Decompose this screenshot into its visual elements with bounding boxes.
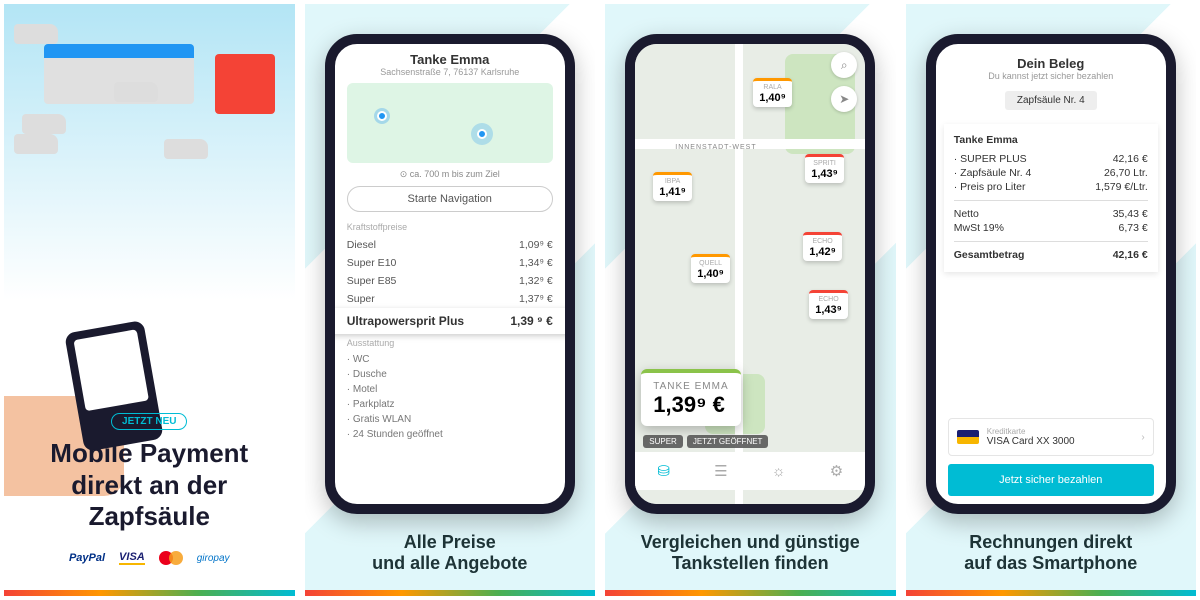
- amenity-item: · Motel: [347, 382, 553, 397]
- phone-mockup-map: INNENSTADT-WEST RALA1,40⁹ IBPA1,41⁹ SPRITI…: [625, 34, 875, 514]
- price-row: Super E851,32⁹ €: [347, 272, 553, 290]
- new-badge: JETZT NEU: [111, 413, 187, 430]
- promo-panel-payment: JETZT NEU Mobile Payment direkt an der Z…: [4, 4, 295, 596]
- visa-logo: VISA: [119, 551, 145, 565]
- pay-now-button[interactable]: Jetzt sicher bezahlen: [948, 464, 1154, 496]
- mastercard-logo: [159, 550, 183, 566]
- payment-card-selector[interactable]: Kreditkarte VISA Card XX 3000 ›: [948, 418, 1154, 456]
- payment-logos: PayPal VISA giropay: [4, 550, 295, 566]
- amenity-item: · Parkplatz: [347, 397, 553, 412]
- phone-mockup-prices: Tanke Emma Sachsenstraße 7, 76137 Karlsr…: [325, 34, 575, 514]
- giropay-logo: giropay: [197, 553, 230, 564]
- chevron-right-icon: ›: [1141, 432, 1144, 443]
- map-district-label: INNENSTADT-WEST: [675, 144, 756, 151]
- price-row: Super E101,34⁹ €: [347, 254, 553, 272]
- receipt-subtitle: Du kannst jetzt sicher bezahlen: [948, 71, 1154, 81]
- paypal-logo: PayPal: [69, 552, 105, 564]
- promo-panel-receipt: Dein Beleg Du kannst jetzt sicher bezahl…: [906, 4, 1197, 596]
- price-row: Super1,37⁹ €: [347, 290, 553, 308]
- amenity-item: · WC: [347, 352, 553, 367]
- route-map[interactable]: [347, 83, 553, 163]
- price-row-highlight[interactable]: Ultrapowersprit Plus1,39 ⁹ €: [327, 308, 573, 334]
- tab-bar: ⛁ ☰ ☼ ⚙: [635, 452, 865, 490]
- station-pin[interactable]: ECHO1,42⁹: [803, 232, 842, 261]
- amenity-item: · Dusche: [347, 367, 553, 382]
- receipt-station: Tanke Emma: [954, 134, 1148, 146]
- amenities-section-label: Ausstattung: [347, 338, 553, 348]
- prices-section-label: Kraftstoffpreise: [347, 222, 553, 232]
- station-pin[interactable]: IBPA1,41⁹: [653, 172, 692, 201]
- station-pin[interactable]: SPRITI1,43⁹: [805, 154, 844, 183]
- selected-station-pin[interactable]: TANKE EMMA 1,39⁹ €: [641, 369, 740, 426]
- distance-label: ⊙ ca. 700 m bis zum Ziel: [347, 169, 553, 180]
- station-title: Tanke Emma: [347, 52, 553, 67]
- price-row: Diesel1,09⁹ €: [347, 236, 553, 254]
- headline: Mobile Payment direkt an der Zapfsäule: [4, 438, 295, 532]
- amenity-item: · 24 Stunden geöffnet: [347, 427, 553, 442]
- filter-chip[interactable]: JETZT GEÖFFNET: [687, 435, 769, 448]
- start-navigation-button[interactable]: Starte Navigation: [347, 186, 553, 212]
- station-pin[interactable]: RALA1,40⁹: [753, 78, 792, 107]
- settings-tab-icon[interactable]: ⚙: [830, 462, 843, 480]
- station-pin[interactable]: QUELL1,40⁹: [691, 254, 730, 283]
- phone-mockup-receipt: Dein Beleg Du kannst jetzt sicher bezahl…: [926, 34, 1176, 514]
- list-tab-icon[interactable]: ☰: [714, 462, 727, 480]
- amenity-item: · Gratis WLAN: [347, 412, 553, 427]
- tips-tab-icon[interactable]: ☼: [772, 463, 786, 480]
- pump-selector[interactable]: Zapfsäule Nr. 4: [1005, 91, 1097, 110]
- receipt-title: Dein Beleg: [948, 56, 1154, 71]
- station-pin[interactable]: ECHO1,43⁹: [809, 290, 848, 319]
- visa-card-icon: [957, 430, 979, 444]
- filter-chip[interactable]: SUPER: [643, 435, 683, 448]
- map-tab-icon[interactable]: ⛁: [657, 462, 670, 480]
- receipt-card: Tanke Emma · SUPER PLUS42,16 € · Zapfsäu…: [944, 124, 1158, 272]
- station-address: Sachsenstraße 7, 76137 Karlsruhe: [347, 67, 553, 77]
- map-view[interactable]: INNENSTADT-WEST RALA1,40⁹ IBPA1,41⁹ SPRITI…: [635, 44, 865, 504]
- promo-panel-compare: INNENSTADT-WEST RALA1,40⁹ IBPA1,41⁹ SPRITI…: [605, 4, 896, 596]
- promo-panel-prices: Tanke Emma Sachsenstraße 7, 76137 Karlsr…: [305, 4, 596, 596]
